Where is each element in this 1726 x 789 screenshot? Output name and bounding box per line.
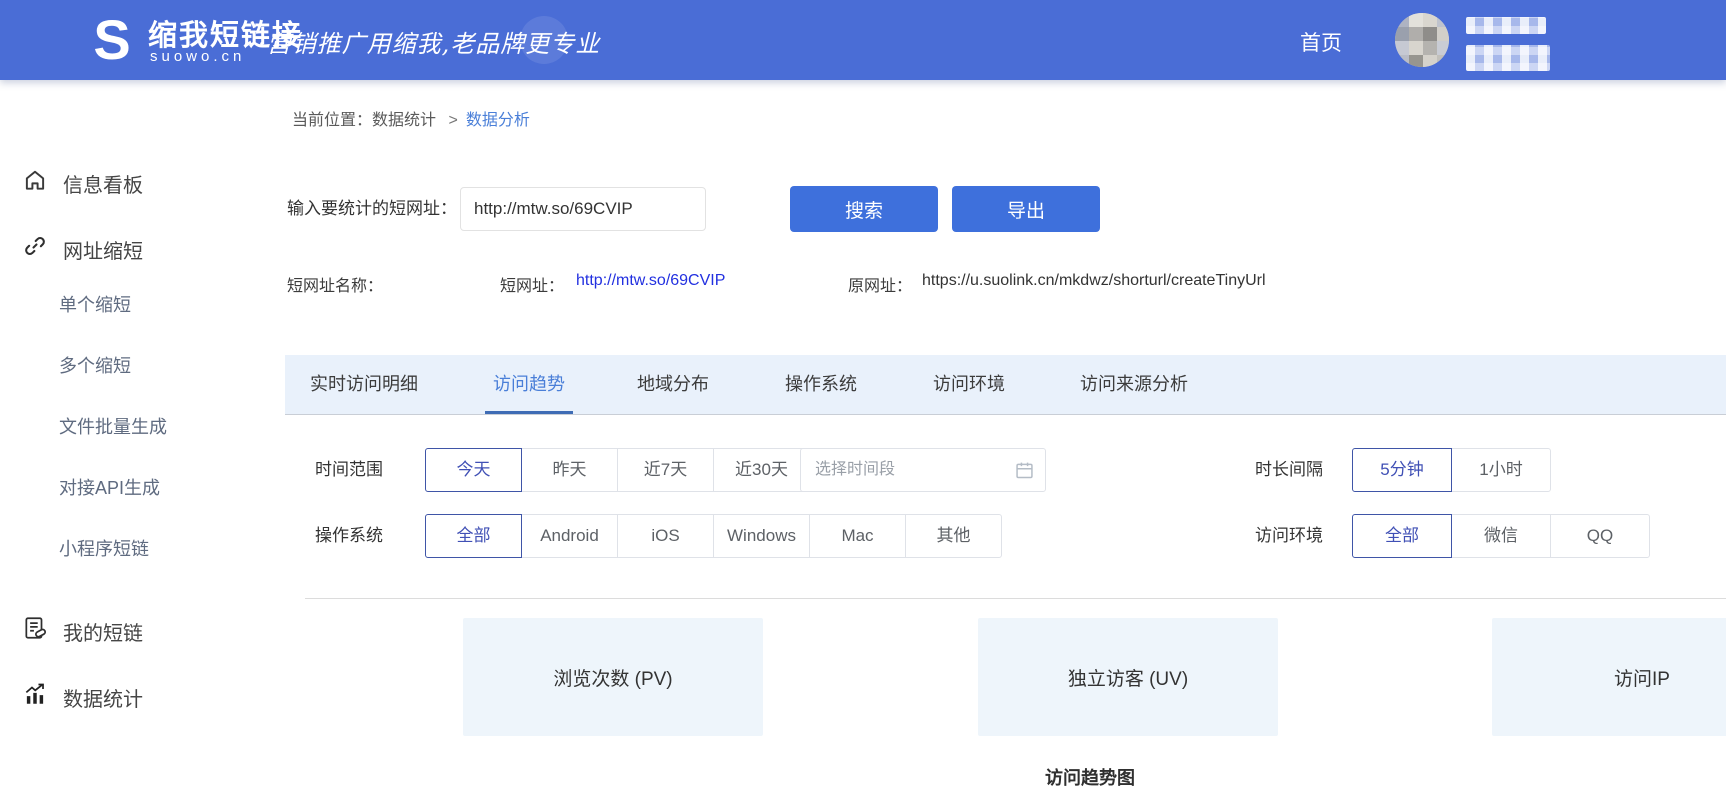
date-range-picker[interactable] <box>800 448 1046 492</box>
search-button[interactable]: 搜索 <box>790 186 938 232</box>
option-os-windows[interactable]: Windows <box>713 514 810 558</box>
original-url-value: https://u.suolink.cn/mkdwz/shorturl/crea… <box>922 272 1266 290</box>
option-last30days[interactable]: 近30天 <box>713 448 810 492</box>
tab-realtime-detail[interactable]: 实时访问明细 <box>310 355 418 414</box>
link-icon <box>22 233 48 265</box>
home-icon <box>22 167 48 199</box>
sidebar-subitem-file-batch[interactable]: 文件批量生成 <box>59 414 167 440</box>
visit-trend-chart-title: 访问趋势图 <box>305 764 1726 789</box>
stat-card-ip: 访问IP <box>1492 618 1726 736</box>
option-last7days[interactable]: 近7天 <box>617 448 714 492</box>
sidebar-item-dashboard[interactable]: 信息看板 <box>0 168 143 198</box>
header: S 缩我短链接 suowo.cn ·营销推广用缩我,老品牌更专业 首页 <box>0 0 1726 80</box>
section-divider <box>305 598 1726 599</box>
decorative-circle <box>520 16 568 64</box>
stat-card-uv: 独立访客 (UV) <box>978 618 1278 736</box>
sidebar-item-label: 我的短链 <box>63 617 143 646</box>
os-label: 操作系统 <box>315 514 383 558</box>
calendar-icon <box>1014 460 1035 486</box>
sidebar-item-label: 信息看板 <box>63 169 143 198</box>
brand-logo-icon[interactable]: S <box>86 12 138 68</box>
option-yesterday[interactable]: 昨天 <box>521 448 618 492</box>
date-range-input[interactable] <box>801 449 1007 491</box>
interval-options: 5分钟 1小时 <box>1352 448 1551 492</box>
export-button[interactable]: 导出 <box>952 186 1100 232</box>
short-url-input[interactable] <box>460 187 706 231</box>
page: S 缩我短链接 suowo.cn ·营销推广用缩我,老品牌更专业 首页 当前位置… <box>0 0 1726 789</box>
option-os-mac[interactable]: Mac <box>809 514 906 558</box>
sidebar-item-my-links[interactable]: 我的短链 <box>0 616 143 646</box>
short-url-name-label: 短网址名称： <box>287 272 383 296</box>
short-url-label: 短网址： <box>500 272 564 296</box>
option-today[interactable]: 今天 <box>425 448 522 492</box>
sidebar-item-label: 数据统计 <box>63 683 143 712</box>
search-url-label: 输入要统计的短网址： <box>287 186 457 232</box>
brand-domain: suowo.cn <box>150 48 245 65</box>
option-os-android[interactable]: Android <box>521 514 618 558</box>
analytics-tab-bar: 实时访问明细 访问趋势 地域分布 操作系统 访问环境 访问来源分析 <box>285 355 1726 415</box>
time-range-label: 时间范围 <box>315 448 383 492</box>
short-url-link[interactable]: http://mtw.so/69CVIP <box>576 272 725 290</box>
breadcrumb-prefix: 当前位置： <box>292 112 372 129</box>
option-os-ios[interactable]: iOS <box>617 514 714 558</box>
tab-visit-trend[interactable]: 访问趋势 <box>493 355 565 414</box>
tab-operating-system[interactable]: 操作系统 <box>785 355 857 414</box>
document-icon <box>22 615 48 647</box>
option-os-other[interactable]: 其他 <box>905 514 1002 558</box>
user-avatar[interactable] <box>1395 13 1449 67</box>
username-redacted-line1 <box>1466 17 1546 34</box>
option-env-wechat[interactable]: 微信 <box>1451 514 1551 558</box>
sidebar-item-label: 网址缩短 <box>63 235 143 264</box>
sidebar-subitem-single-shorten[interactable]: 单个缩短 <box>59 292 131 318</box>
sidebar-item-url-shorten[interactable]: 网址缩短 <box>0 234 143 264</box>
tab-region-distribution[interactable]: 地域分布 <box>637 355 709 414</box>
tab-visit-source[interactable]: 访问来源分析 <box>1080 355 1188 414</box>
breadcrumb: 当前位置：数据统计 > 数据分析 <box>292 106 530 130</box>
sidebar-subitem-multi-shorten[interactable]: 多个缩短 <box>59 353 131 379</box>
tab-visit-environment[interactable]: 访问环境 <box>933 355 1005 414</box>
time-range-options: 今天 昨天 近7天 近30天 <box>425 448 810 492</box>
option-os-all[interactable]: 全部 <box>425 514 522 558</box>
breadcrumb-parent: 数据统计 <box>372 112 436 129</box>
sidebar-subitem-api-generate[interactable]: 对接API生成 <box>59 475 160 501</box>
sidebar-subitem-miniprogram-link[interactable]: 小程序短链 <box>59 536 149 562</box>
interval-label: 时长间隔 <box>1255 448 1323 492</box>
avatar-pixelated-image <box>1395 13 1449 67</box>
sidebar-item-data-statistics[interactable]: 数据统计 <box>0 682 143 712</box>
nav-home-link[interactable]: 首页 <box>1300 27 1342 57</box>
option-env-all[interactable]: 全部 <box>1352 514 1452 558</box>
env-options: 全部 微信 QQ <box>1352 514 1650 558</box>
option-5min[interactable]: 5分钟 <box>1352 448 1452 492</box>
os-options: 全部 Android iOS Windows Mac 其他 <box>425 514 1002 558</box>
option-env-qq[interactable]: QQ <box>1550 514 1650 558</box>
breadcrumb-current[interactable]: 数据分析 <box>466 112 530 129</box>
breadcrumb-separator: > <box>448 112 457 129</box>
username-redacted-line2 <box>1466 45 1550 71</box>
original-url-label: 原网址： <box>848 272 912 296</box>
option-1hour[interactable]: 1小时 <box>1451 448 1551 492</box>
env-label: 访问环境 <box>1255 514 1323 558</box>
stat-card-pv: 浏览次数 (PV) <box>463 618 763 736</box>
bar-chart-icon <box>22 681 48 713</box>
